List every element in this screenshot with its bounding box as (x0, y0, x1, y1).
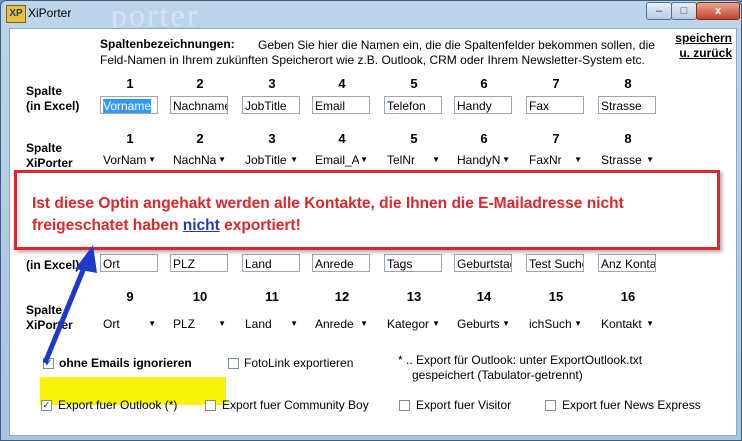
app-window: XP XiPorter porter – □ x Spaltenbezeichn… (0, 0, 742, 441)
annotation-arrow-icon (42, 245, 97, 364)
